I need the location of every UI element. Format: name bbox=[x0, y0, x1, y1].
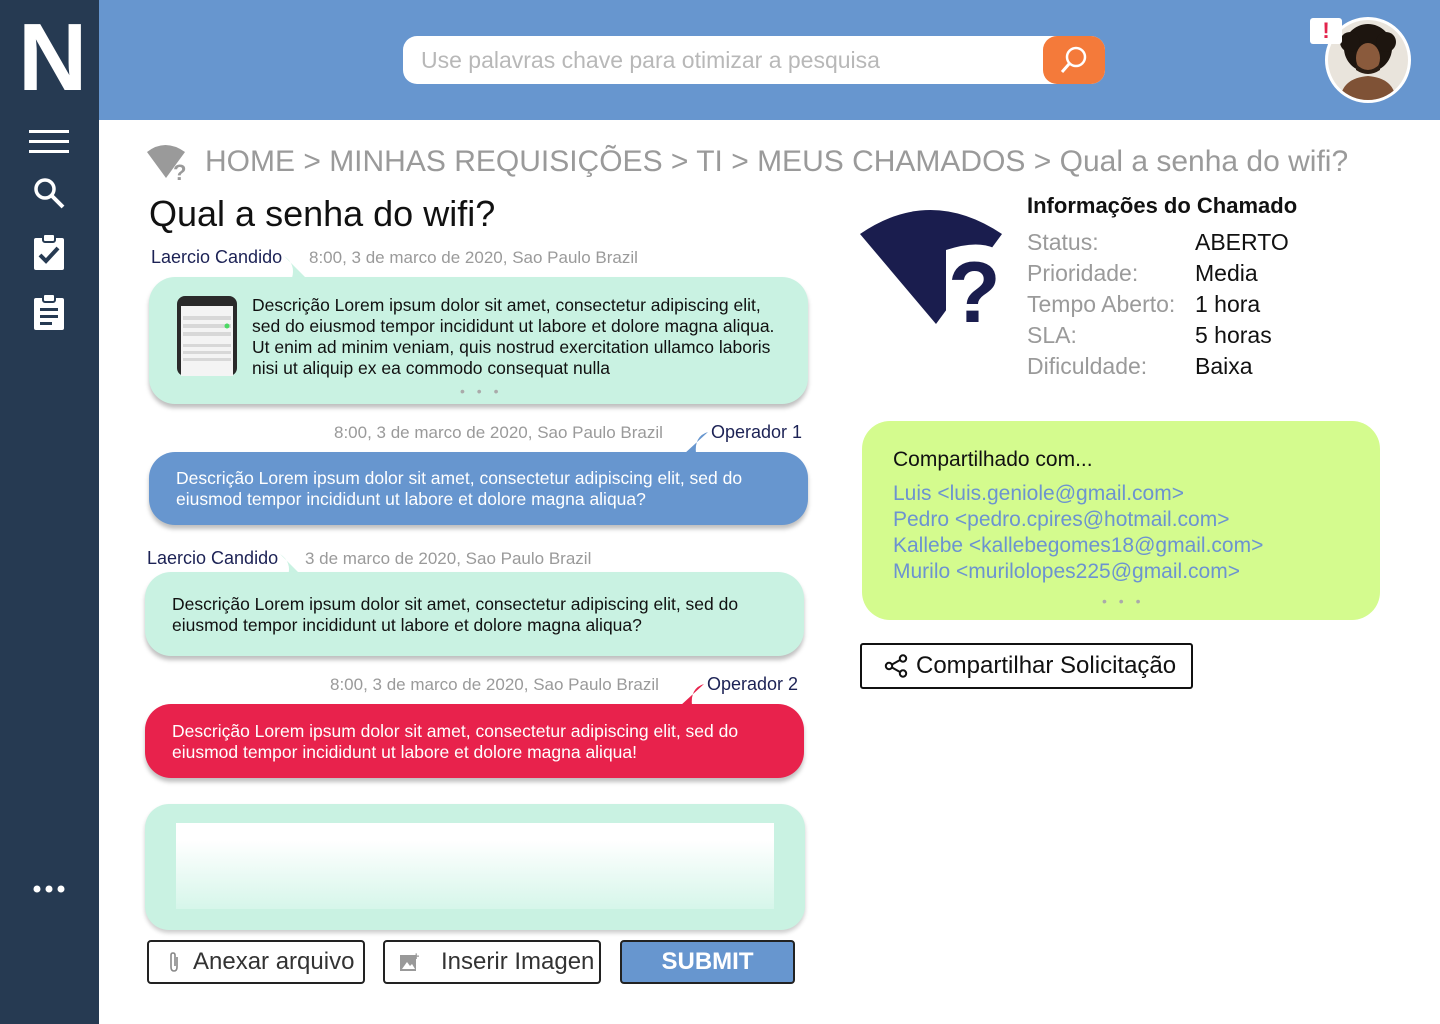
search-bar bbox=[403, 36, 1105, 84]
more-dots[interactable]: • • • bbox=[460, 381, 502, 402]
shared-person[interactable]: Luis <luis.geniole@gmail.com> bbox=[893, 482, 1184, 506]
search-input[interactable] bbox=[421, 44, 1031, 76]
message-author: Operador 2 bbox=[707, 674, 799, 694]
message-meta: 8:00, 3 de marco de 2020, Sao Paulo Braz… bbox=[309, 248, 638, 267]
message-text: Descrição Lorem ipsum dolor sit amet, co… bbox=[176, 468, 743, 509]
svg-text:+: + bbox=[413, 951, 419, 963]
info-row-open-time: Tempo Aberto: 1 hora bbox=[1027, 291, 1260, 318]
submit-button[interactable]: SUBMIT bbox=[620, 940, 795, 984]
bubble-tail bbox=[680, 684, 704, 706]
reply-composer bbox=[145, 804, 805, 930]
insert-image-button[interactable]: + Inserir Imagen bbox=[383, 940, 601, 984]
sidebar: N bbox=[0, 0, 99, 1024]
wifi-question-icon: ? bbox=[147, 145, 186, 182]
info-value: 1 hora bbox=[1195, 291, 1261, 317]
search-icon bbox=[1060, 46, 1087, 73]
share-icon bbox=[884, 654, 908, 678]
phone-screenshot-thumbnail[interactable] bbox=[177, 296, 237, 376]
shared-with-panel: Compartilhado com... Luis <luis.geniole@… bbox=[862, 421, 1380, 620]
svg-text:?: ? bbox=[173, 160, 186, 182]
message-author: Laercio Candido bbox=[151, 247, 283, 267]
info-label: Status: bbox=[1027, 229, 1099, 255]
more-dots[interactable]: • • • bbox=[1102, 593, 1144, 609]
message-meta: 8:00, 3 de marco de 2020, Sao Paulo Braz… bbox=[330, 675, 659, 694]
more-icon[interactable] bbox=[26, 868, 72, 910]
svg-text:?: ? bbox=[948, 245, 1001, 326]
shared-person[interactable]: Kallebe <kallebegomes18@gmail.com> bbox=[893, 534, 1263, 558]
info-row-status: Status: ABERTO bbox=[1027, 229, 1289, 256]
message-bubble: Descrição Lorem ipsum dolor sit amet, co… bbox=[149, 277, 808, 404]
info-value: ABERTO bbox=[1195, 229, 1289, 255]
clipboard-icon[interactable] bbox=[26, 291, 72, 333]
info-value: Baixa bbox=[1195, 353, 1253, 379]
message-text: Descrição Lorem ipsum dolor sit amet, co… bbox=[252, 295, 775, 378]
search-icon[interactable] bbox=[26, 172, 72, 214]
message-meta: 3 de marco de 2020, Sao Paulo Brazil bbox=[305, 549, 592, 568]
message-author: Laercio Candido bbox=[147, 548, 279, 568]
ticket-info-title: Informações do Chamado bbox=[1027, 193, 1298, 218]
wifi-question-icon: ? bbox=[860, 210, 1002, 326]
reply-input[interactable] bbox=[176, 823, 774, 909]
add-image-icon: + bbox=[400, 951, 419, 971]
message-bubble: Descrição Lorem ipsum dolor sit amet, co… bbox=[145, 704, 804, 778]
info-label: Dificuldade: bbox=[1027, 353, 1148, 379]
message-meta: 8:00, 3 de marco de 2020, Sao Paulo Braz… bbox=[334, 423, 663, 442]
info-value: 5 horas bbox=[1195, 322, 1272, 348]
info-row-difficulty: Dificuldade: Baixa bbox=[1027, 353, 1253, 380]
share-request-label: Compartilhar Solicitação bbox=[916, 652, 1177, 679]
paperclip-icon bbox=[170, 952, 178, 972]
info-label: SLA: bbox=[1027, 322, 1077, 348]
message-bubble: Descrição Lorem ipsum dolor sit amet, co… bbox=[149, 452, 808, 525]
bubble-tail bbox=[284, 256, 306, 278]
insert-image-label: Inserir Imagen bbox=[441, 948, 595, 975]
notification-alert[interactable]: ! bbox=[1310, 18, 1342, 44]
menu-icon[interactable] bbox=[26, 121, 72, 163]
app-logo[interactable]: N bbox=[18, 10, 87, 106]
shared-with-title: Compartilhado com... bbox=[893, 448, 1093, 471]
message-text: Descrição Lorem ipsum dolor sit amet, co… bbox=[172, 721, 739, 762]
info-row-priority: Prioridade: Media bbox=[1027, 260, 1258, 287]
attach-file-button[interactable]: Anexar arquivo bbox=[147, 940, 365, 984]
shared-person[interactable]: Pedro <pedro.cpires@hotmail.com> bbox=[893, 508, 1229, 532]
shared-person[interactable]: Murilo <murilolopes225@gmail.com> bbox=[893, 560, 1240, 584]
info-label: Tempo Aberto: bbox=[1027, 291, 1176, 317]
attach-file-label: Anexar arquivo bbox=[193, 948, 355, 975]
breadcrumb-text[interactable]: HOME > MINHAS REQUISIÇÕES > TI > MEUS CH… bbox=[205, 145, 1348, 179]
page-title: Qual a senha do wifi? bbox=[149, 193, 496, 234]
message-author: Operador 1 bbox=[711, 422, 803, 442]
share-request-button[interactable]: Compartilhar Solicitação bbox=[860, 643, 1193, 689]
message-text: Descrição Lorem ipsum dolor sit amet, co… bbox=[172, 594, 739, 635]
search-button[interactable] bbox=[1043, 36, 1105, 84]
info-value: Media bbox=[1195, 260, 1258, 286]
bubble-tail bbox=[684, 432, 708, 454]
info-row-sla: SLA: 5 horas bbox=[1027, 322, 1272, 349]
task-check-icon[interactable] bbox=[26, 231, 72, 273]
breadcrumb: ? HOME > MINHAS REQUISIÇÕES > TI > MEUS … bbox=[145, 142, 1348, 182]
info-label: Prioridade: bbox=[1027, 260, 1139, 286]
message-bubble: Descrição Lorem ipsum dolor sit amet, co… bbox=[145, 572, 804, 656]
